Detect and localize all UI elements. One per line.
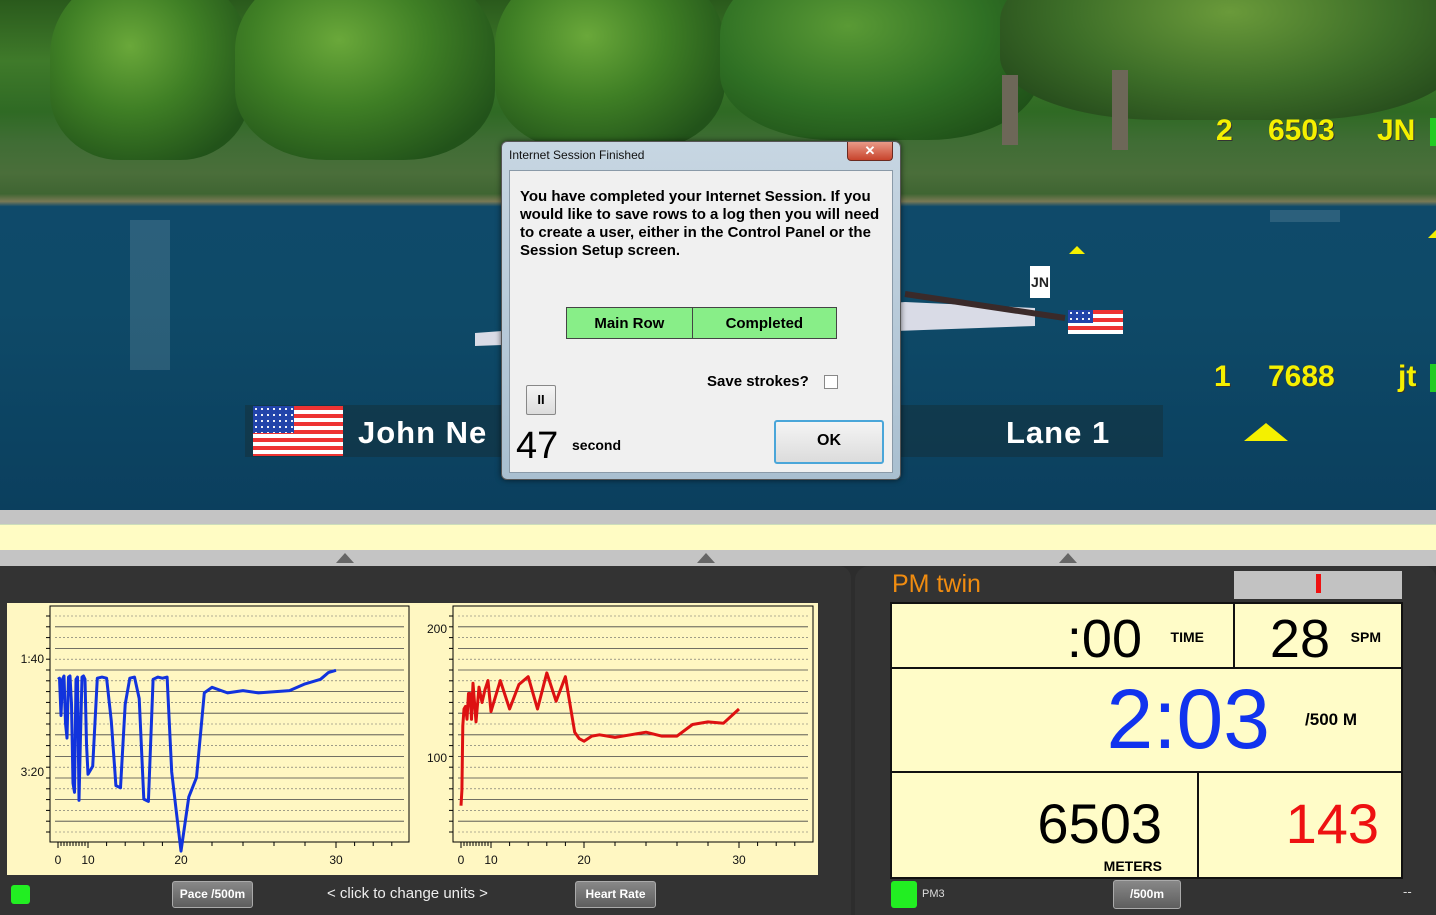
pace-cell: 2:03 /500 M (890, 667, 1403, 773)
spm-value: 28 (1269, 609, 1330, 669)
x-tick-label: 10 (484, 853, 498, 867)
pace-label: /500 M (1305, 710, 1357, 729)
leader-place-2: 1 (1214, 360, 1231, 393)
x-tick-label: 10 (81, 853, 95, 867)
expand-arrow-icon[interactable] (336, 553, 354, 563)
meters-value: 6503 (1037, 792, 1162, 855)
x-tick-label: 20 (174, 853, 188, 867)
tree (235, 0, 495, 160)
heart-rate-cell: 143 (1197, 771, 1403, 879)
message-strip (0, 524, 1436, 551)
leader-initials-2: jt (1398, 360, 1417, 393)
ok-button[interactable]: OK (774, 420, 884, 464)
x-tick-label: 30 (732, 853, 746, 867)
save-strokes-checkbox[interactable] (824, 375, 838, 389)
dialog-body: You have completed your Internet Session… (509, 170, 893, 473)
y-tick-label: 100 (427, 751, 447, 765)
countdown-value: 47 (516, 425, 559, 467)
tree-trunk (1112, 70, 1128, 150)
expand-arrow-icon[interactable] (697, 553, 715, 563)
y-tick-label: 1:40 (21, 652, 45, 666)
pace-value: 2:03 (1106, 672, 1271, 766)
x-tick-label: 0 (55, 853, 62, 867)
tree (495, 0, 725, 150)
close-icon: ✕ (864, 143, 876, 158)
water-reflection (130, 220, 170, 370)
force-indicator-marker (1316, 574, 1321, 593)
pause-button[interactable]: II (526, 385, 556, 415)
monitor-connection-icon (891, 881, 917, 908)
monitor-title: PM twin (892, 570, 981, 598)
dialog-title: Internet Session Finished (509, 148, 645, 162)
boat-name-tag: JN (1030, 266, 1050, 298)
session-status-table: Main Row Completed (566, 307, 837, 339)
spm-cell: 28 SPM (1233, 602, 1403, 669)
dialog-message: You have completed your Internet Session… (520, 188, 880, 259)
status-state: Completed (691, 308, 836, 338)
water-reflection (1270, 210, 1340, 222)
leader-status-indicator (1430, 364, 1436, 392)
status-row-name: Main Row (567, 308, 692, 338)
pace-units-button[interactable]: Pace /500m (172, 881, 253, 908)
pace-chart[interactable]: 0 10 20 30 1:40 3:20 (0, 600, 420, 880)
lane-buoy (1069, 246, 1085, 254)
time-cell: :00 TIME (890, 602, 1236, 669)
meters-cell: 6503 METERS (890, 771, 1200, 879)
save-strokes-label: Save strokes? (707, 373, 809, 390)
time-label: TIME (1170, 629, 1204, 645)
lane-buoy (1244, 423, 1288, 441)
leader-initials-1: JN (1377, 114, 1416, 147)
time-value: :00 (1066, 609, 1142, 669)
lane-buoy (1428, 230, 1436, 238)
internet-session-finished-dialog: Internet Session Finished ✕ You have com… (501, 141, 901, 480)
close-button[interactable]: ✕ (847, 142, 893, 161)
x-tick-label: 30 (329, 853, 343, 867)
lane-label: Lane 1 (1006, 415, 1111, 450)
leader-place-1: 2 (1216, 114, 1233, 147)
tree (50, 0, 250, 160)
leader-distance-2: 7688 (1268, 360, 1335, 393)
x-tick-label: 0 (458, 853, 465, 867)
meters-label: METERS (1103, 858, 1162, 874)
x-tick-label: 20 (577, 853, 591, 867)
divider-bar (0, 510, 1436, 524)
splitter-bar[interactable] (0, 550, 1436, 566)
y-tick-label: 200 (427, 622, 447, 636)
heart-rate-button[interactable]: Heart Rate (575, 881, 656, 908)
rower-name: John Ne (358, 415, 488, 450)
change-units-hint[interactable]: < click to change units > (327, 885, 488, 902)
spm-label: SPM (1350, 629, 1381, 645)
tree (720, 0, 1040, 140)
tree (1000, 0, 1436, 120)
heart-rate-value: 143 (1285, 792, 1379, 855)
leader-status-indicator (1430, 118, 1436, 146)
y-tick-label: 3:20 (21, 765, 45, 779)
expand-arrow-icon[interactable] (1059, 553, 1077, 563)
monitor-extra-value: -- (1403, 884, 1412, 899)
monitor-units-button[interactable]: /500m (1113, 880, 1181, 909)
pause-icon: II (537, 392, 545, 407)
connection-indicator-icon (11, 885, 30, 904)
boat-flag-usa (1068, 310, 1123, 334)
leader-distance-1: 6503 (1268, 114, 1335, 147)
countdown-unit: second (572, 437, 622, 453)
tree-trunk (1002, 75, 1018, 145)
flag-usa-icon (253, 406, 343, 456)
device-label: PM3 (922, 888, 945, 900)
heart-rate-chart[interactable]: 0 10 20 30 100 200 (410, 600, 830, 880)
